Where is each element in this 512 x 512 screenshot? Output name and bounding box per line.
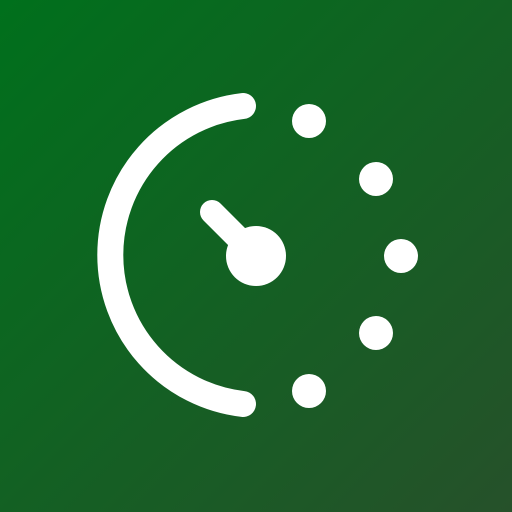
app-icon xyxy=(0,0,512,512)
tick-dot xyxy=(292,374,326,408)
tick-dot xyxy=(384,239,418,273)
tick-dot xyxy=(359,316,393,350)
timer-icon xyxy=(0,0,512,512)
tick-dot xyxy=(359,162,393,196)
timer-hub xyxy=(226,226,286,286)
tick-dot xyxy=(292,104,326,138)
